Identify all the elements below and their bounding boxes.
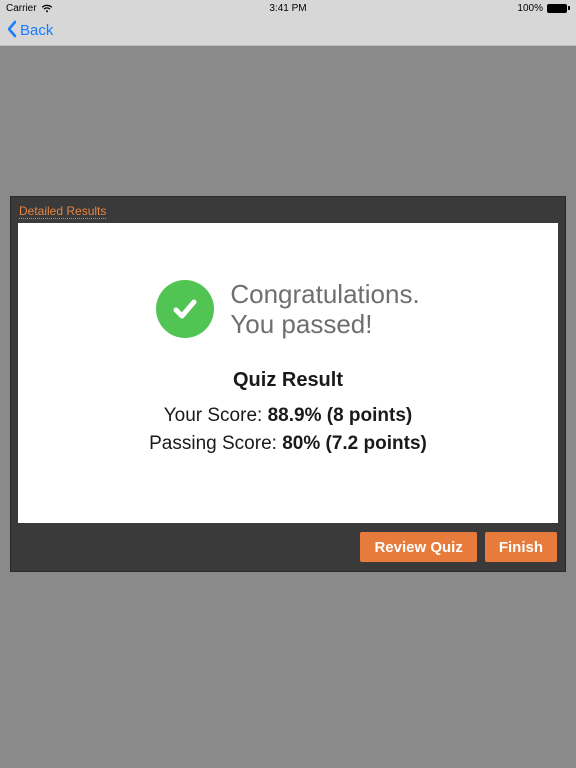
panel-body: Congratulations. You passed! Quiz Result… — [18, 223, 558, 523]
congrats-text: Congratulations. You passed! — [230, 279, 419, 339]
chevron-left-icon — [6, 20, 18, 42]
carrier-label: Carrier — [6, 3, 37, 14]
your-score-value: 88.9% (8 points) — [268, 405, 413, 426]
passing-score-value: 80% (7.2 points) — [282, 433, 427, 454]
status-time: 3:41 PM — [269, 3, 306, 14]
status-left: Carrier — [6, 3, 53, 14]
battery-icon — [547, 4, 570, 13]
congrats-row: Congratulations. You passed! — [156, 279, 419, 339]
panel-header: Detailed Results — [11, 197, 565, 219]
your-score-line: Your Score: 88.9% (8 points) — [149, 402, 427, 430]
checkmark-icon — [156, 280, 214, 338]
status-bar: Carrier 3:41 PM 100% — [0, 0, 576, 16]
back-button[interactable]: Back — [6, 20, 53, 42]
status-right: 100% — [517, 3, 570, 14]
wifi-icon — [41, 4, 53, 13]
congrats-line2: You passed! — [230, 309, 419, 339]
panel-footer: Review Quiz Finish — [11, 523, 565, 571]
quiz-result-panel: Detailed Results Congratulations. You pa… — [10, 196, 566, 572]
result-title: Quiz Result — [149, 369, 427, 392]
congrats-line1: Congratulations. — [230, 279, 419, 309]
passing-score-line: Passing Score: 80% (7.2 points) — [149, 430, 427, 458]
your-score-label: Your Score: — [164, 405, 268, 426]
detailed-results-link[interactable]: Detailed Results — [19, 204, 106, 219]
result-block: Quiz Result Your Score: 88.9% (8 points)… — [149, 369, 427, 458]
back-label: Back — [20, 22, 53, 39]
nav-bar: Back — [0, 16, 576, 46]
review-quiz-button[interactable]: Review Quiz — [360, 532, 476, 562]
battery-percent: 100% — [517, 3, 543, 14]
finish-button[interactable]: Finish — [485, 532, 557, 562]
passing-score-label: Passing Score: — [149, 433, 282, 454]
